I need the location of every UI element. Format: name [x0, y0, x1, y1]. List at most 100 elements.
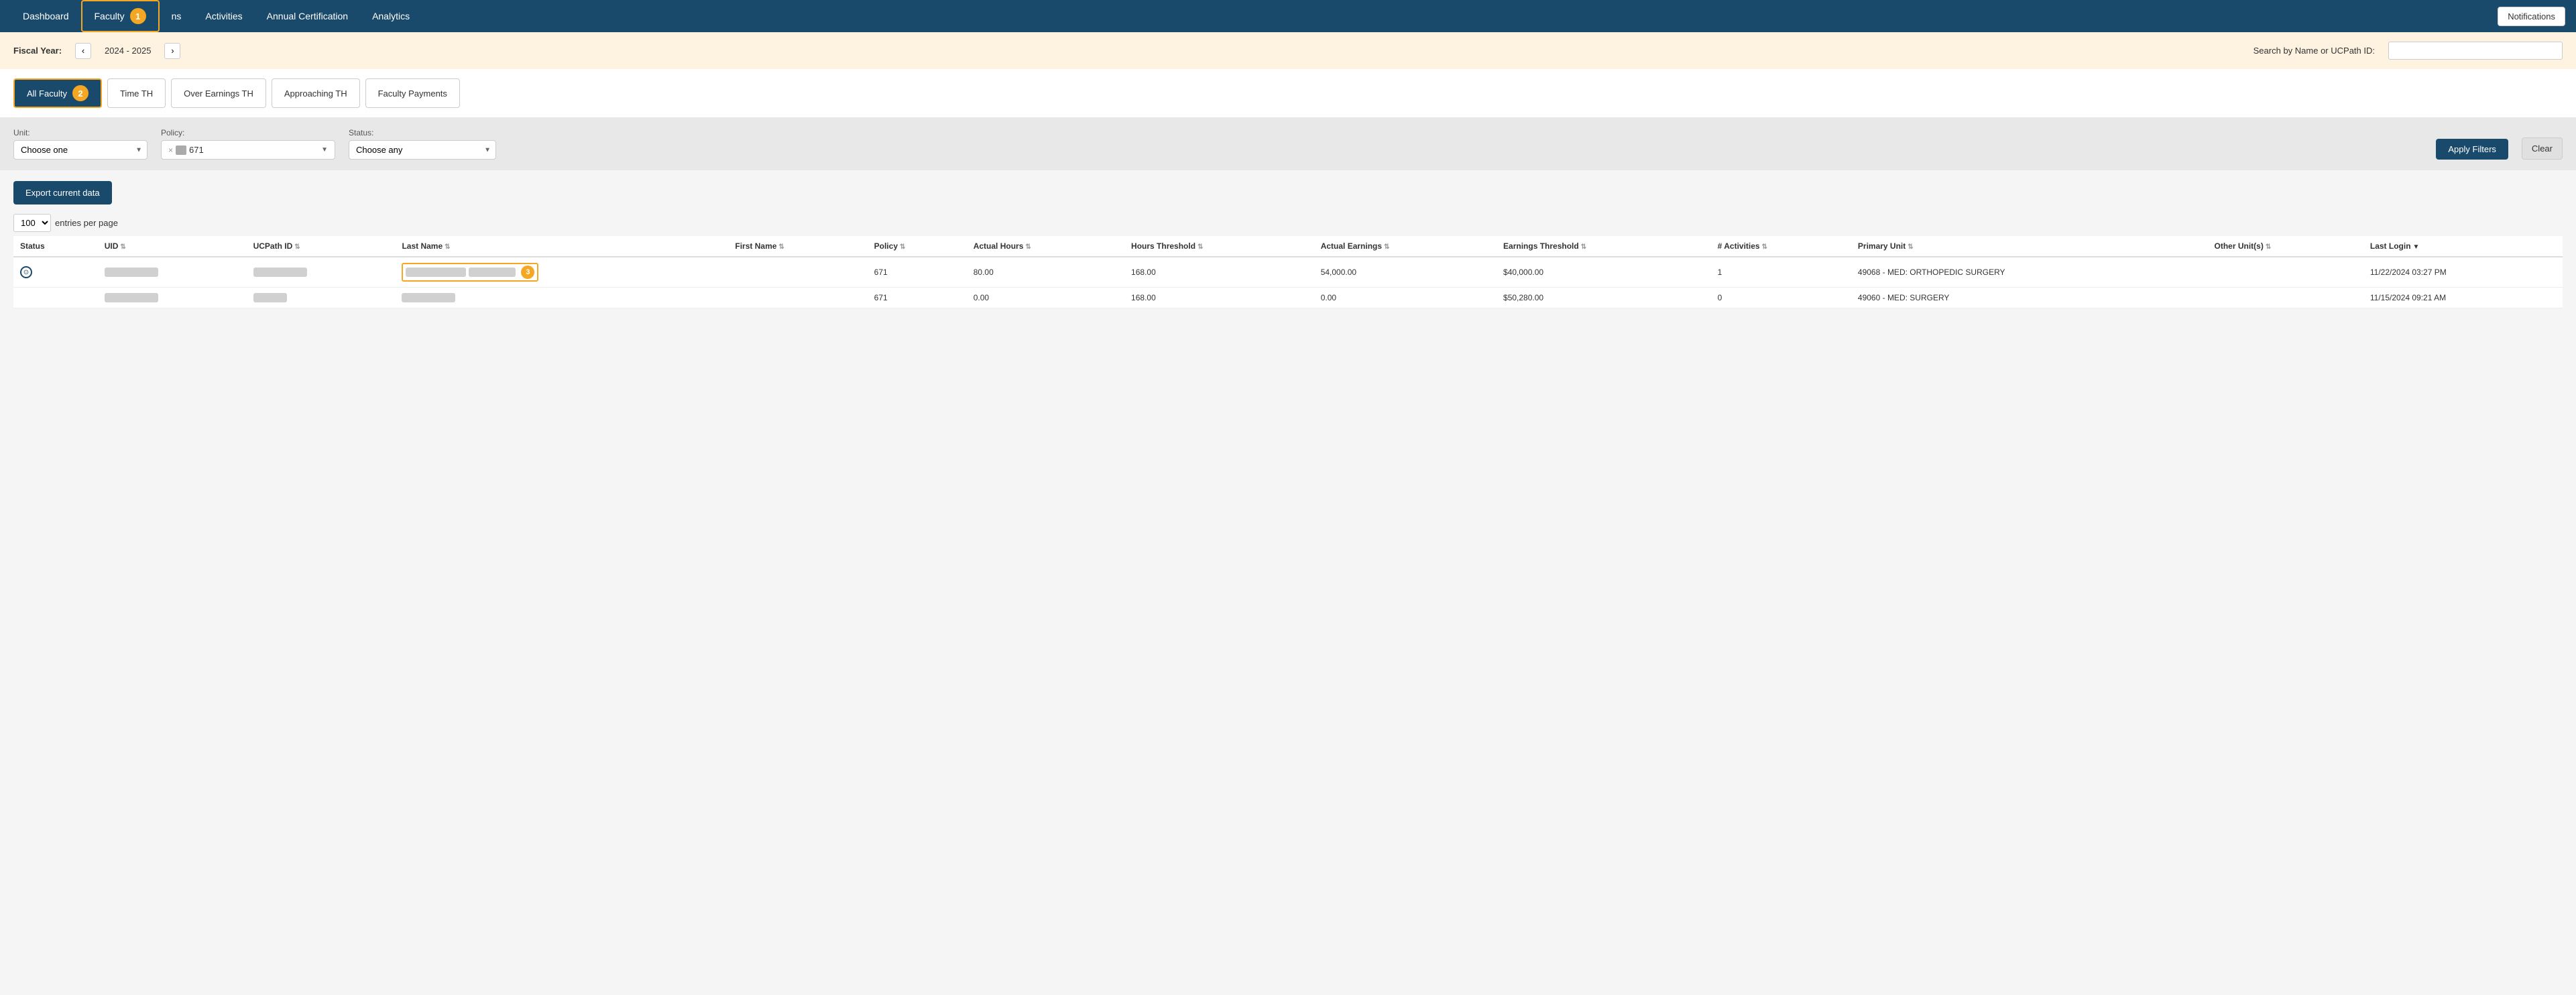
policy-value-text: 671 [189, 145, 204, 155]
apply-filters-button[interactable]: Apply Filters [2436, 139, 2508, 160]
table-header-row: Status UID⇅ UCPath ID⇅ Last Name⇅ First … [13, 236, 2563, 257]
row2-actual-earnings: 0.00 [1314, 288, 1497, 308]
unit-select[interactable]: Choose one [13, 140, 148, 160]
policy-sort-icon: ⇅ [900, 243, 905, 251]
status-circle-icon: ⊙ [20, 266, 32, 278]
otherunits-sort-icon: ⇅ [2266, 243, 2271, 251]
policy-filter-group: Policy: × 671 ▼ [161, 128, 335, 160]
row1-uid [98, 257, 247, 288]
notifications-button[interactable]: Notifications [2498, 7, 2565, 26]
row2-primary-unit: 49060 - MED: SURGERY [1851, 288, 2208, 308]
col-earnings-threshold[interactable]: Earnings Threshold⇅ [1497, 236, 1711, 257]
tab-all-faculty[interactable]: All Faculty 2 [13, 78, 102, 108]
row2-hours-threshold: 168.00 [1124, 288, 1314, 308]
row1-policy: 671 [868, 257, 967, 288]
actualhours-sort-icon: ⇅ [1025, 243, 1031, 251]
search-label: Search by Name or UCPath ID: [2253, 46, 2375, 56]
lastlogin-sort-icon: ▼ [2413, 243, 2420, 251]
status-select[interactable]: Choose any [349, 140, 496, 160]
last-name-highlighted: 3 [402, 263, 538, 282]
row1-other-units [2208, 257, 2363, 288]
row1-actual-hours: 80.00 [967, 257, 1124, 288]
uid-sort-icon: ⇅ [120, 243, 125, 251]
entries-label: entries per page [55, 218, 118, 228]
uid2-blurred [105, 293, 158, 302]
tab-approaching-th[interactable]: Approaching TH [272, 78, 360, 108]
tab-faculty-payments[interactable]: Faculty Payments [365, 78, 460, 108]
entries-row: 100 50 25 entries per page [13, 214, 2563, 232]
nav-annual-certification[interactable]: Annual Certification [255, 0, 360, 32]
row1-activities: 1 [1711, 257, 1851, 288]
row2-earnings-threshold: $50,280.00 [1497, 288, 1711, 308]
export-button[interactable]: Export current data [13, 181, 112, 204]
row1-primary-unit: 49068 - MED: ORTHOPEDIC SURGERY [1851, 257, 2208, 288]
status-label: Status: [349, 128, 496, 137]
row2-activities: 0 [1711, 288, 1851, 308]
col-last-login[interactable]: Last Login▼ [2363, 236, 2563, 257]
col-uid[interactable]: UID⇅ [98, 236, 247, 257]
nav-dashboard[interactable]: Dashboard [11, 0, 81, 32]
fiscal-prev-button[interactable]: ‹ [75, 43, 91, 59]
col-last-name[interactable]: Last Name⇅ [395, 236, 728, 257]
row2-last-name [395, 288, 728, 308]
tab-over-earnings-th[interactable]: Over Earnings TH [171, 78, 266, 108]
row1-first-name [728, 257, 867, 288]
col-primary-unit[interactable]: Primary Unit⇅ [1851, 236, 2208, 257]
col-ucpath-id[interactable]: UCPath ID⇅ [247, 236, 396, 257]
row2-uid [98, 288, 247, 308]
col-activities[interactable]: # Activities⇅ [1711, 236, 1851, 257]
step-badge-1: 1 [130, 8, 146, 24]
nav-activities[interactable]: Activities [193, 0, 254, 32]
clear-filters-button[interactable]: Clear [2522, 137, 2563, 160]
col-first-name[interactable]: First Name⇅ [728, 236, 867, 257]
fiscal-year-bar: Fiscal Year: ‹ 2024 - 2025 › Search by N… [0, 32, 2576, 69]
row1-hours-threshold: 168.00 [1124, 257, 1314, 288]
row2-status [13, 288, 98, 308]
filters-section: Unit: Choose one Policy: × 671 ▼ Status:… [0, 117, 2576, 170]
main-content: Export current data 100 50 25 entries pe… [0, 170, 2576, 319]
col-other-units[interactable]: Other Unit(s)⇅ [2208, 236, 2363, 257]
hoursthreshold-sort-icon: ⇅ [1197, 243, 1203, 251]
policy-field[interactable]: × 671 ▼ [161, 140, 335, 160]
nav-ns[interactable]: ns [160, 0, 194, 32]
policy-label: Policy: [161, 128, 335, 137]
policy-clear-icon[interactable]: × [168, 145, 173, 155]
fiscal-next-button[interactable]: › [164, 43, 180, 59]
ucpath-sort-icon: ⇅ [294, 243, 300, 251]
search-input[interactable] [2388, 42, 2563, 60]
nav-analytics[interactable]: Analytics [360, 0, 422, 32]
step-badge-2: 2 [72, 85, 89, 101]
col-actual-hours[interactable]: Actual Hours⇅ [967, 236, 1124, 257]
ucpath-blurred [253, 268, 307, 277]
row1-last-name[interactable]: 3 [395, 257, 728, 288]
fiscal-year-value: 2024 - 2025 [105, 46, 151, 56]
row2-last-login: 11/15/2024 09:21 AM [2363, 288, 2563, 308]
row2-actual-hours: 0.00 [967, 288, 1124, 308]
col-policy[interactable]: Policy⇅ [868, 236, 967, 257]
status-filter-group: Status: Choose any [349, 128, 496, 160]
actualearnings-sort-icon: ⇅ [1384, 243, 1389, 251]
top-navigation: Dashboard Faculty 1 ns Activities Annual… [0, 0, 2576, 32]
col-status: Status [13, 236, 98, 257]
table-row: 671 0.00 168.00 0.00 $50,280.00 0 49060 … [13, 288, 2563, 308]
row1-actual-earnings: 54,000.00 [1314, 257, 1497, 288]
col-actual-earnings[interactable]: Actual Earnings⇅ [1314, 236, 1497, 257]
entries-per-page-select[interactable]: 100 50 25 [13, 214, 51, 232]
table-row: ⊙ 3 671 80.00 168.00 [13, 257, 2563, 288]
unit-filter-group: Unit: Choose one [13, 128, 148, 160]
row2-ucpath-id [247, 288, 396, 308]
nav-faculty[interactable]: Faculty 1 [81, 0, 160, 32]
row2-policy: 671 [868, 288, 967, 308]
policy-doc-icon [176, 145, 186, 155]
earningsthreshold-sort-icon: ⇅ [1581, 243, 1586, 251]
firstname-sort-icon: ⇅ [778, 243, 784, 251]
col-hours-threshold[interactable]: Hours Threshold⇅ [1124, 236, 1314, 257]
row1-earnings-threshold: $40,000.00 [1497, 257, 1711, 288]
ucpath2-blurred [253, 293, 287, 302]
tab-time-th[interactable]: Time TH [107, 78, 166, 108]
lastname2-blurred [402, 293, 455, 302]
fiscal-year-label: Fiscal Year: [13, 46, 62, 56]
primaryunit-sort-icon: ⇅ [1908, 243, 1913, 251]
tabs-bar: All Faculty 2 Time TH Over Earnings TH A… [0, 69, 2576, 117]
uid-blurred [105, 268, 158, 277]
